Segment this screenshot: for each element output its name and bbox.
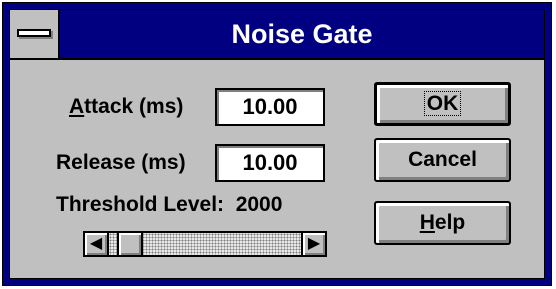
help-label-rest: elp xyxy=(434,211,466,234)
ok-button[interactable]: OK xyxy=(374,82,511,126)
arrow-right-icon[interactable]: ▶ xyxy=(301,233,325,255)
threshold-slider[interactable]: ◀ ▶ xyxy=(83,231,327,257)
title-bar[interactable]: Noise Gate xyxy=(10,10,544,60)
window-title: Noise Gate xyxy=(231,19,373,49)
dialog-frame: Noise Gate Attack (ms) 10.00 Release (ms… xyxy=(9,9,545,279)
attack-field[interactable]: 10.00 xyxy=(215,88,325,126)
help-mnemonic: H xyxy=(419,211,435,234)
threshold-label: Threshold Level: 2000 xyxy=(56,193,282,217)
threshold-value: 2000 xyxy=(235,193,283,216)
attack-label-mnemonic: A xyxy=(69,95,85,118)
arrow-left-icon[interactable]: ◀ xyxy=(85,233,109,255)
threshold-label-text: Threshold Level: xyxy=(56,193,225,216)
system-menu-button[interactable] xyxy=(10,10,60,58)
help-button[interactable]: Help xyxy=(374,201,511,245)
system-menu-icon xyxy=(17,29,51,37)
slider-thumb[interactable] xyxy=(117,233,143,255)
noise-gate-dialog: Noise Gate Attack (ms) 10.00 Release (ms… xyxy=(2,2,552,286)
cancel-button[interactable]: Cancel xyxy=(374,138,511,182)
dialog-client-area: Attack (ms) 10.00 Release (ms) 10.00 Thr… xyxy=(10,60,544,278)
release-label: Release (ms) xyxy=(56,151,186,174)
ok-label: OK xyxy=(423,91,462,116)
attack-label: Attack (ms) xyxy=(69,95,183,119)
slider-track[interactable] xyxy=(109,233,301,255)
attack-label-rest: ttack (ms) xyxy=(84,95,184,118)
release-field[interactable]: 10.00 xyxy=(215,144,325,182)
